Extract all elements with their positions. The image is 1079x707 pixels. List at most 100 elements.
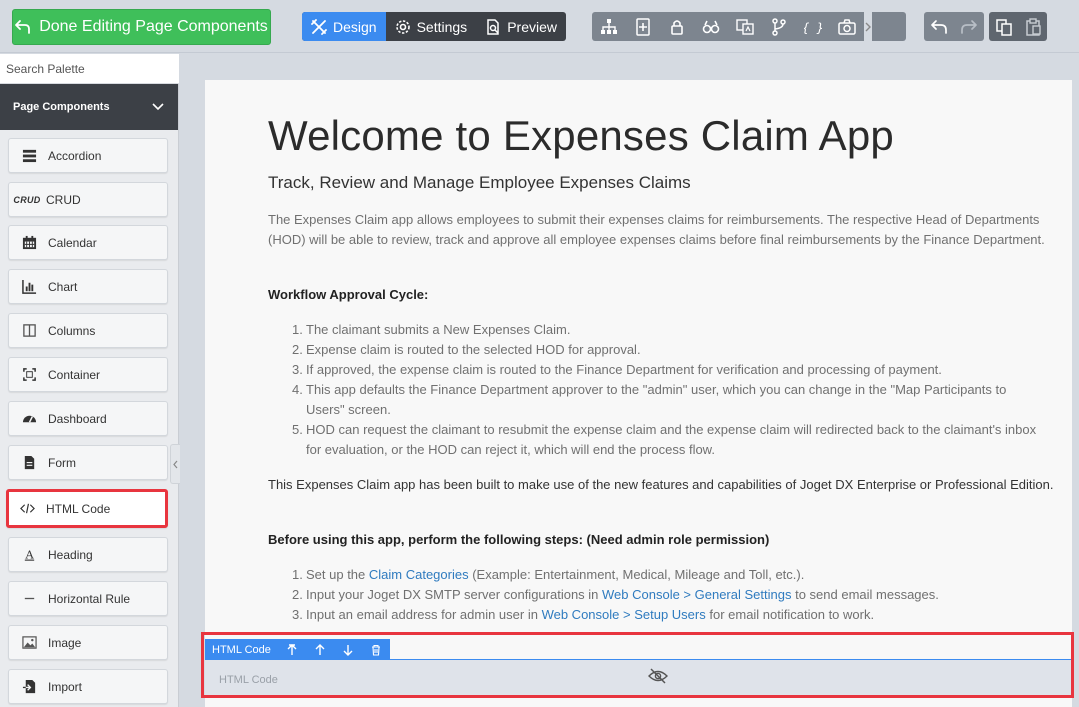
list-item: 3. If approved, the expense claim is rout… xyxy=(292,362,942,377)
list-item: 2. Input your Joget DX SMTP server config… xyxy=(292,587,939,602)
chevron-right-icon xyxy=(865,22,871,31)
palette-item-html-code[interactable]: HTML Code xyxy=(6,489,168,528)
palette-item-form[interactable]: Form xyxy=(8,445,168,480)
palette-item-label: HTML Code xyxy=(46,501,111,516)
palette-item-label: Accordion xyxy=(48,148,102,163)
tree-view-button[interactable] xyxy=(592,12,626,41)
palette-item-horizontal-rule[interactable]: Horizontal Rule xyxy=(8,581,168,616)
palette-item-label: Chart xyxy=(48,279,78,294)
form-icon xyxy=(19,455,39,471)
selection-highlight xyxy=(201,632,1074,698)
tab-design[interactable]: Design xyxy=(302,12,386,41)
insert-element-button[interactable] xyxy=(626,12,660,41)
tools-group: { } xyxy=(592,12,906,41)
container-icon xyxy=(19,367,39,383)
paste-button[interactable] xyxy=(1018,12,1047,41)
dashboard-icon xyxy=(19,411,39,427)
palette-item-container[interactable]: Container xyxy=(8,357,168,392)
palette-item-crud[interactable]: CRUD CRUD xyxy=(8,182,168,217)
palette-item-label: Calendar xyxy=(48,235,97,250)
page-content: Welcome to Expenses Claim App Track, Rev… xyxy=(205,80,1072,707)
find-button[interactable] xyxy=(694,12,728,41)
tab-preview[interactable]: Preview xyxy=(476,12,566,41)
chevron-left-icon xyxy=(173,460,178,468)
palette-item-label: Image xyxy=(48,635,82,650)
svg-text:A: A xyxy=(24,548,34,561)
before-using-heading: Before using this app, perform the follo… xyxy=(268,532,770,547)
more-tools-arrow[interactable] xyxy=(864,12,872,41)
design-icon xyxy=(311,18,327,35)
preview-icon xyxy=(487,18,499,35)
intro-paragraph: The Expenses Claim app allows employees … xyxy=(268,212,1045,247)
copy-icon xyxy=(995,18,1012,36)
palette-item-image[interactable]: Image xyxy=(8,625,168,660)
built-note-paragraph: This Expenses Claim app has been built t… xyxy=(268,477,1054,492)
palette-item-accordion[interactable]: Accordion xyxy=(8,138,168,173)
branch-button[interactable] xyxy=(762,12,796,41)
palette-item-import[interactable]: Import xyxy=(8,669,168,704)
list-item: 1. Set up the Claim Categories (Example: … xyxy=(292,567,805,582)
accordion-icon xyxy=(19,148,39,164)
translate-icon xyxy=(736,18,754,35)
palette-item-label: Horizontal Rule xyxy=(48,591,131,606)
palette-item-label: Heading xyxy=(48,547,93,562)
search-palette-input[interactable] xyxy=(0,54,179,84)
clipboard-group xyxy=(989,12,1047,41)
workflow-heading: Workflow Approval Cycle: xyxy=(268,287,429,302)
tab-preview-label: Preview xyxy=(507,18,557,35)
page-subtitle: Track, Review and Manage Employee Expens… xyxy=(268,173,691,192)
json-button[interactable]: { } xyxy=(796,12,830,41)
calendar-icon xyxy=(19,235,39,251)
crud-icon: CRUD xyxy=(13,194,41,205)
screenshot-button[interactable] xyxy=(830,12,864,41)
tab-settings[interactable]: Settings xyxy=(386,12,477,41)
section-label: Page Components xyxy=(13,101,110,113)
list-item: 5. HOD can request the claimant to resubm… xyxy=(292,422,1037,457)
lock-button[interactable] xyxy=(660,12,694,41)
palette-item-dashboard[interactable]: Dashboard xyxy=(8,401,168,436)
undo-icon xyxy=(931,19,947,34)
json-icon: { } xyxy=(804,21,822,35)
tab-design-label: Design xyxy=(333,18,377,35)
palette-list: Accordion CRUD CRUD Calendar Chart Colum… xyxy=(0,130,178,704)
horizontal-rule-icon xyxy=(19,591,39,607)
svg-text:{ }: { } xyxy=(804,21,822,35)
image-icon xyxy=(19,635,39,651)
paste-icon xyxy=(1025,17,1041,36)
list-item: 3. Input an email address for admin user … xyxy=(292,607,875,622)
palette-item-chart[interactable]: Chart xyxy=(8,269,168,304)
palette-item-heading[interactable]: A Heading xyxy=(8,537,168,572)
palette-item-label: CRUD xyxy=(46,192,81,207)
collapse-palette-handle[interactable] xyxy=(170,444,180,484)
lock-icon xyxy=(671,19,683,35)
palette-item-calendar[interactable]: Calendar xyxy=(8,225,168,260)
general-settings-link[interactable]: Web Console > General Settings xyxy=(602,587,791,602)
list-item: 4. This app defaults the Finance Departme… xyxy=(292,382,1007,417)
gear-icon xyxy=(395,19,410,34)
redo-button[interactable] xyxy=(954,12,984,41)
columns-icon xyxy=(19,323,39,339)
builder-toolbar: Done Editing Page Components Design Sett… xyxy=(0,0,1079,53)
chart-icon xyxy=(19,279,39,295)
code-icon xyxy=(17,501,37,517)
copy-button[interactable] xyxy=(989,12,1018,41)
tree-icon xyxy=(601,18,617,34)
list-item: 2. Expense claim is routed to the selecte… xyxy=(292,342,641,357)
page-components-section-header[interactable]: Page Components xyxy=(0,84,178,130)
list-item: 1. The claimant submits a New Expenses Cl… xyxy=(292,322,571,337)
page-canvas: Welcome to Expenses Claim App Track, Rev… xyxy=(180,54,1079,707)
insert-element-icon xyxy=(636,17,650,36)
translate-button[interactable] xyxy=(728,12,762,41)
done-editing-button[interactable]: Done Editing Page Components xyxy=(12,9,271,45)
history-group xyxy=(924,12,984,41)
setup-users-link[interactable]: Web Console > Setup Users xyxy=(542,607,706,622)
palette-item-columns[interactable]: Columns xyxy=(8,313,168,348)
branch-icon xyxy=(772,17,786,36)
tab-settings-label: Settings xyxy=(416,18,468,35)
undo-button[interactable] xyxy=(924,12,954,41)
screenshot-icon xyxy=(838,18,856,35)
claim-categories-link[interactable]: Claim Categories xyxy=(369,567,469,582)
palette-item-label: Form xyxy=(48,455,76,470)
mode-tabs: Design Settings Preview xyxy=(302,12,566,41)
setup-steps-list: 1. Set up the Claim Categories (Example: … xyxy=(268,565,1048,625)
